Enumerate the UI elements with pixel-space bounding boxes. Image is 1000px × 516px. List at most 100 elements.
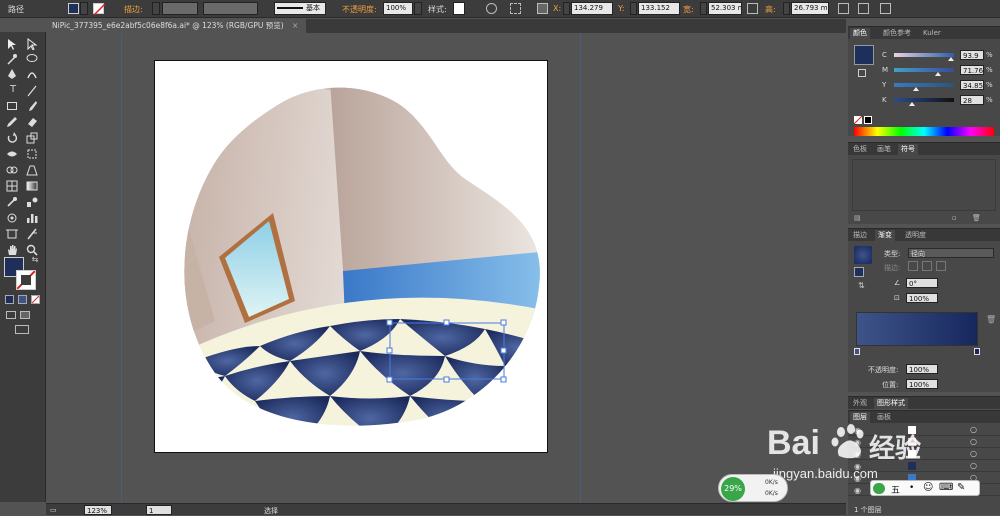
paintbrush-tool-icon[interactable] bbox=[26, 100, 38, 112]
shape-builder-tool-icon[interactable] bbox=[6, 164, 18, 176]
stop-position-input[interactable]: 100% bbox=[906, 379, 938, 389]
delete-symbol-icon[interactable]: 🗑 bbox=[972, 214, 981, 222]
line-tool-icon[interactable] bbox=[26, 85, 38, 97]
tab-swatches[interactable]: 色板 bbox=[850, 144, 870, 155]
blend-tool-icon[interactable] bbox=[26, 196, 38, 208]
channel-slider-thumb[interactable] bbox=[948, 57, 955, 61]
tab-color[interactable]: 颜色 bbox=[850, 28, 870, 39]
delete-stop-icon[interactable]: 🗑 bbox=[986, 315, 996, 324]
tab-color-guide[interactable]: 颜色参考 bbox=[880, 28, 914, 39]
rotate-tool-icon[interactable] bbox=[6, 132, 18, 144]
isolate-icon[interactable] bbox=[858, 3, 869, 14]
gradient-stop-end[interactable] bbox=[974, 348, 980, 355]
channel-slider-thumb[interactable] bbox=[912, 87, 919, 91]
height-input[interactable]: 26.793 m bbox=[791, 2, 829, 15]
channel-value-input[interactable]: 93.9 bbox=[960, 50, 984, 60]
visibility-eye-icon[interactable]: ◉ bbox=[854, 426, 861, 435]
draw-behind-icon[interactable] bbox=[20, 311, 30, 319]
color-spectrum[interactable] bbox=[854, 127, 994, 136]
gradient-stop-start[interactable] bbox=[854, 348, 860, 355]
transform-icon[interactable] bbox=[838, 3, 849, 14]
artboard-number-input[interactable]: 1 bbox=[146, 505, 172, 515]
width-input[interactable]: 52.303 m bbox=[708, 2, 742, 15]
type-tool-icon[interactable]: T bbox=[6, 84, 20, 96]
tab-gradient[interactable]: 渐变 bbox=[875, 230, 895, 241]
new-symbol-icon[interactable]: ▫ bbox=[952, 214, 957, 222]
ime-emoji-icon[interactable]: ☺ bbox=[923, 482, 933, 493]
none-color-icon[interactable] bbox=[853, 115, 863, 125]
panel-menu-icon[interactable] bbox=[880, 3, 891, 14]
document-tab[interactable]: NiPic_377395_e6e2abf5c06e8f6a.ai* @ 123%… bbox=[46, 19, 306, 33]
hand-tool-icon[interactable] bbox=[6, 244, 18, 256]
selection-tool-icon[interactable] bbox=[6, 38, 18, 50]
graphic-style-swatch[interactable] bbox=[453, 2, 465, 15]
artboard-tool-icon[interactable] bbox=[6, 228, 18, 240]
recolor-icon[interactable] bbox=[486, 3, 497, 14]
ime-punctuation-icon[interactable]: • bbox=[909, 483, 914, 493]
visibility-eye-icon[interactable]: ◉ bbox=[854, 462, 861, 471]
symbol-library-icon[interactable]: ▤ bbox=[854, 214, 861, 222]
channel-slider[interactable] bbox=[894, 83, 954, 87]
stroke-across-icon[interactable] bbox=[936, 261, 946, 271]
ime-keyboard-icon[interactable]: ⌨ bbox=[939, 482, 953, 493]
gradient-type-dropdown[interactable]: 径向 bbox=[908, 248, 994, 258]
y-input[interactable]: 133.152 bbox=[638, 2, 680, 15]
stroke-weight-input[interactable] bbox=[162, 2, 198, 15]
x-input[interactable]: 134.279 bbox=[571, 2, 613, 15]
color-fill-swatch[interactable] bbox=[854, 45, 874, 65]
eyedropper-tool-icon[interactable] bbox=[6, 196, 18, 208]
gradient-mode-icon[interactable] bbox=[18, 295, 27, 304]
black-white-icon[interactable] bbox=[864, 116, 872, 124]
visibility-eye-icon[interactable]: ◉ bbox=[854, 474, 861, 483]
height-stepper[interactable] bbox=[783, 2, 790, 15]
target-circle-icon[interactable]: ○ bbox=[970, 437, 977, 446]
lasso-tool-icon[interactable] bbox=[26, 53, 38, 65]
tab-brushes[interactable]: 画笔 bbox=[874, 144, 894, 155]
aspect-ratio-input[interactable]: 100% bbox=[906, 293, 938, 303]
perspective-grid-tool-icon[interactable] bbox=[26, 164, 38, 176]
eraser-tool-icon[interactable] bbox=[26, 116, 38, 128]
pencil-tool-icon[interactable] bbox=[6, 116, 18, 128]
brush-style-dropdown[interactable]: 基本 bbox=[274, 2, 326, 15]
channel-slider-thumb[interactable] bbox=[908, 102, 915, 106]
gradient-fill-icon[interactable] bbox=[854, 267, 864, 277]
column-graph-tool-icon[interactable] bbox=[26, 212, 38, 224]
x-stepper[interactable] bbox=[563, 2, 570, 15]
align-icon[interactable] bbox=[510, 3, 521, 14]
ime-mode-label[interactable]: 五 bbox=[891, 483, 900, 496]
tab-graphic-styles[interactable]: 图形样式 bbox=[874, 398, 908, 409]
symbols-area[interactable] bbox=[852, 159, 996, 211]
magic-wand-tool-icon[interactable] bbox=[6, 53, 18, 65]
tab-artboards[interactable]: 画板 bbox=[874, 412, 894, 423]
channel-slider[interactable] bbox=[894, 98, 954, 102]
y-stepper[interactable] bbox=[630, 2, 637, 15]
channel-value-input[interactable]: 71.76 bbox=[960, 65, 984, 75]
stroke-along-icon[interactable] bbox=[922, 261, 932, 271]
color-mode-icon[interactable] bbox=[5, 295, 14, 304]
scale-tool-icon[interactable] bbox=[26, 132, 38, 144]
pen-tool-icon[interactable] bbox=[6, 68, 18, 80]
visibility-eye-icon[interactable]: ◉ bbox=[854, 438, 861, 447]
width-tool-icon[interactable] bbox=[6, 148, 18, 160]
target-circle-icon[interactable]: ○ bbox=[970, 425, 977, 434]
opacity-dropdown[interactable] bbox=[414, 2, 422, 15]
curvature-tool-icon[interactable] bbox=[26, 68, 38, 80]
visibility-eye-icon[interactable]: ◉ bbox=[854, 486, 861, 495]
constrain-proportions-icon[interactable] bbox=[747, 3, 758, 14]
width-stepper[interactable] bbox=[700, 2, 707, 15]
color-stroke-swatch[interactable] bbox=[858, 69, 866, 77]
stroke-within-icon[interactable] bbox=[908, 261, 918, 271]
tab-stroke[interactable]: 描边 bbox=[850, 230, 870, 241]
target-circle-icon[interactable]: ○ bbox=[970, 449, 977, 458]
angle-input[interactable]: 0° bbox=[906, 278, 938, 288]
tab-transparency[interactable]: 透明度 bbox=[902, 230, 929, 241]
channel-slider[interactable] bbox=[894, 53, 954, 57]
target-circle-icon[interactable]: ○ bbox=[970, 461, 977, 470]
variable-width-dropdown[interactable] bbox=[203, 2, 258, 15]
rectangle-tool-icon[interactable] bbox=[6, 100, 18, 112]
zoom-input[interactable]: 123% bbox=[84, 505, 112, 515]
layer-row[interactable]: ◉○ bbox=[848, 461, 1000, 472]
channel-value-input[interactable]: 28 bbox=[960, 95, 984, 105]
mesh-tool-icon[interactable] bbox=[6, 180, 18, 192]
layer-row[interactable]: ◉○ bbox=[848, 449, 1000, 460]
